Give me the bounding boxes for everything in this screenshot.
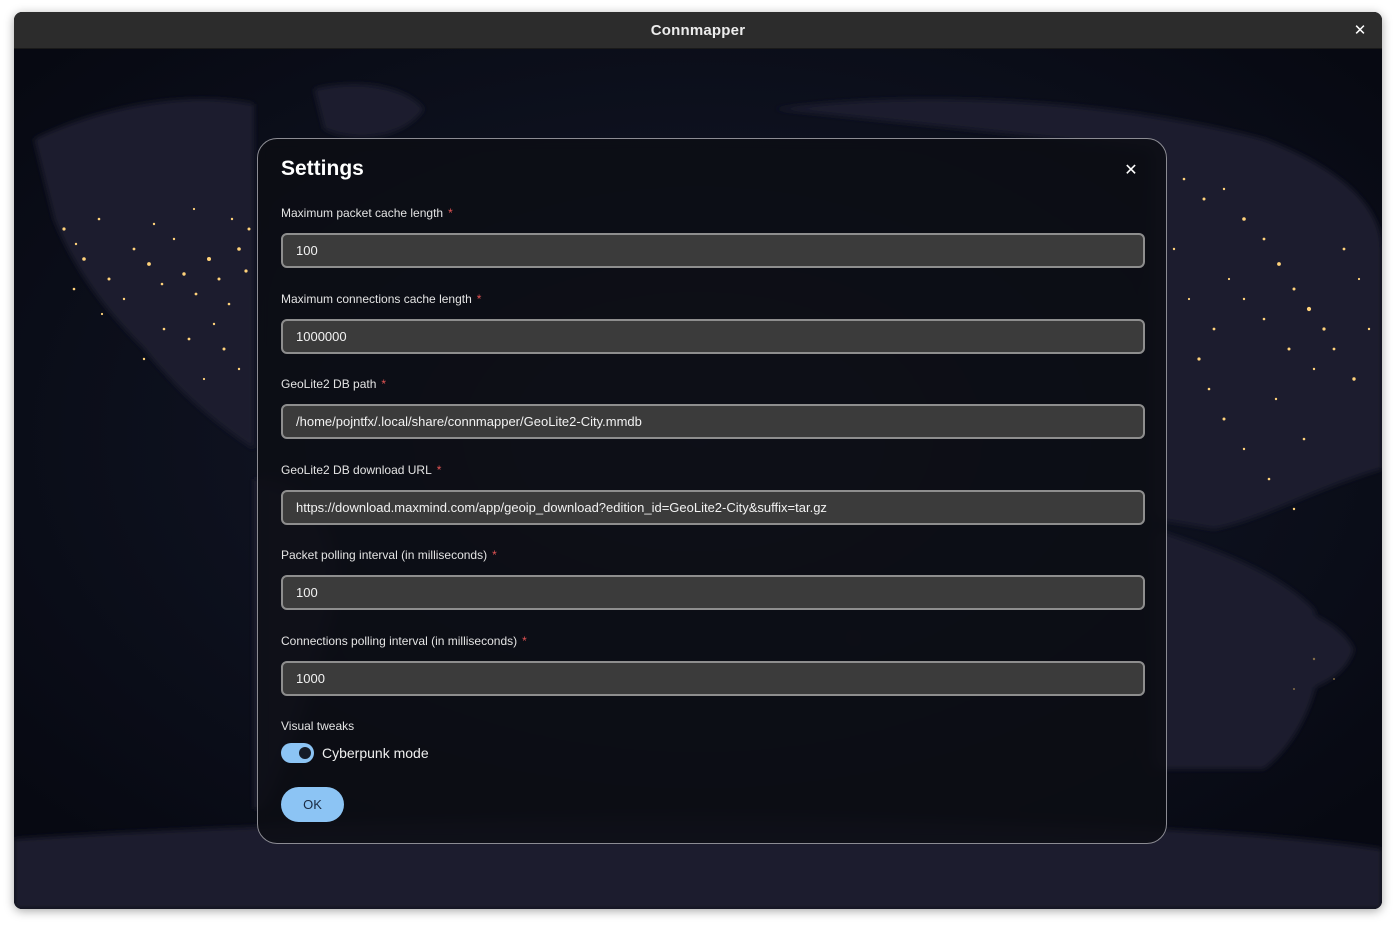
field-packet-polling-interval: Packet polling interval (in milliseconds… [281,547,1145,610]
cyberpunk-mode-row: Cyberpunk mode [281,743,429,763]
window-close-icon[interactable]: ✕ [1350,20,1370,40]
field-label: Maximum packet cache length [281,206,444,220]
required-marker: * [436,463,442,477]
required-marker: * [448,206,453,220]
geolite2-db-path-input[interactable] [281,404,1145,439]
cyberpunk-mode-toggle[interactable] [281,743,314,763]
toggle-knob [299,747,311,759]
required-marker: * [492,548,497,562]
field-label: Packet polling interval (in milliseconds… [281,548,488,562]
settings-dialog: Settings ✕ Maximum packet cache length * … [257,138,1167,844]
dialog-close-icon[interactable]: ✕ [1120,159,1142,181]
cyberpunk-mode-label: Cyberpunk mode [322,745,429,761]
dialog-title: Settings [281,157,364,180]
connections-polling-interval-input[interactable] [281,661,1145,696]
field-label: Connections polling interval (in millise… [281,634,518,648]
field-label: GeoLite2 DB path [281,377,377,391]
required-marker: * [476,292,482,306]
field-max-packet-cache: Maximum packet cache length * [281,205,1145,268]
geolite2-download-url-input[interactable] [281,490,1145,525]
packet-polling-interval-input[interactable] [281,575,1145,610]
field-max-connections-cache: Maximum connections cache length * [281,291,1145,354]
titlebar: Connmapper ✕ [14,12,1382,49]
max-packet-cache-input[interactable] [281,233,1145,268]
field-label: GeoLite2 DB download URL [281,463,432,477]
visual-tweaks-label: Visual tweaks [281,719,355,733]
app-window: Connmapper ✕ Settings ✕ Maximum packet c… [14,12,1382,909]
field-connections-polling-interval: Connections polling interval (in millise… [281,633,1145,696]
ok-button[interactable]: OK [281,787,344,822]
field-geolite2-download-url: GeoLite2 DB download URL * [281,462,1145,525]
required-marker: * [522,634,527,648]
max-connections-cache-input[interactable] [281,319,1145,354]
required-marker: * [381,377,387,391]
field-geolite2-db-path: GeoLite2 DB path * [281,376,1145,439]
field-label: Maximum connections cache length [281,292,472,306]
window-title: Connmapper [650,21,746,39]
